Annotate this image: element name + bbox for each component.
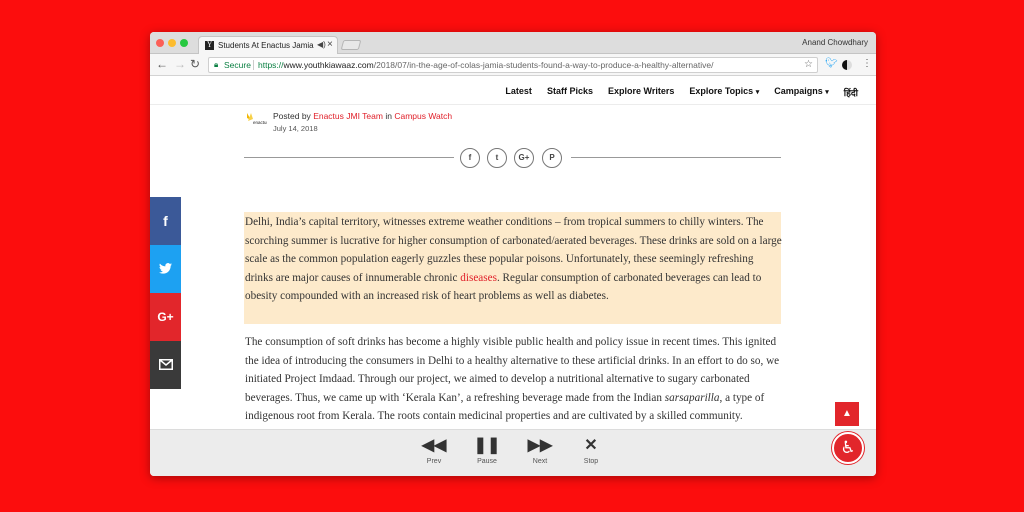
divider <box>571 157 781 158</box>
social-facebook-button[interactable]: f <box>150 197 181 245</box>
url-path: /2018/07/in-the-age-of-colas-jamia-stude… <box>373 60 714 70</box>
tab-title: Students At Enactus Jamia <box>218 41 314 50</box>
url-scheme: https:// <box>258 60 284 70</box>
pause-button[interactable]: ❚❚ Pause <box>472 436 502 465</box>
post-byline: Posted by Enactus JMI Team in Campus Wat… <box>273 111 452 121</box>
italic-term: sarsaparilla <box>664 391 720 404</box>
rewind-icon: ◀◀ <box>421 437 447 454</box>
article-content: enactus Posted by Enactus JMI Team in Ca… <box>150 105 876 429</box>
address-separator <box>253 60 254 70</box>
maximize-window-button[interactable] <box>180 39 188 47</box>
diseases-link[interactable]: diseases <box>460 272 497 284</box>
chevron-down-icon: ▾ <box>755 89 760 96</box>
site-navigation: Latest Staff Picks Explore Writers Explo… <box>150 77 876 105</box>
forward-arrow-icon[interactable]: → <box>174 57 186 71</box>
close-window-button[interactable] <box>156 39 164 47</box>
article-paragraph-1: Delhi, India’s capital territory, witnes… <box>245 213 783 306</box>
stop-button[interactable]: ✕ Stop <box>576 436 606 465</box>
speaker-icon[interactable]: ◀) <box>317 40 326 49</box>
nav-campaigns-label: Campaigns <box>774 86 823 96</box>
author-link[interactable]: Enactus JMI Team <box>313 111 383 121</box>
social-email-button[interactable] <box>150 341 181 389</box>
prev-button[interactable]: ◀◀ Prev <box>419 436 449 465</box>
nav-explore-topics[interactable]: Explore Topics ▾ <box>689 86 759 99</box>
reload-icon[interactable]: ↻ <box>190 57 200 71</box>
nav-explore-writers[interactable]: Explore Writers <box>608 86 674 99</box>
browser-tab[interactable]: Y Students At Enactus Jamia ◀) × <box>198 36 338 54</box>
nav-staff-picks[interactable]: Staff Picks <box>547 86 593 99</box>
twitter-icon <box>159 263 172 274</box>
in-label: in <box>385 111 392 121</box>
nav-explore-topics-label: Explore Topics <box>689 86 754 96</box>
scroll-to-top-button[interactable]: ▲ <box>835 402 859 426</box>
back-arrow-icon[interactable]: ← <box>156 57 168 71</box>
browser-toolbar: ← → ↻ 🔒︎ Secure https://www.youthkiawaaz… <box>150 54 876 76</box>
new-tab-button[interactable] <box>340 40 362 50</box>
next-button[interactable]: ▶▶ Next <box>525 436 555 465</box>
address-bar[interactable]: 🔒︎ Secure https://www.youthkiawaaz.com/2… <box>208 57 818 73</box>
share-facebook-icon[interactable]: f <box>460 148 480 168</box>
enactus-logo: enactus <box>247 113 267 125</box>
next-label: Next <box>532 458 548 465</box>
url-host: www.youthkiawaaz.com <box>283 60 374 70</box>
social-google-plus-button[interactable]: G+ <box>150 293 181 341</box>
nav-latest[interactable]: Latest <box>505 86 532 99</box>
envelope-icon <box>158 359 173 370</box>
prev-label: Prev <box>426 458 442 465</box>
nav-hindi[interactable]: हिंदी <box>844 86 858 99</box>
facebook-icon: f <box>163 213 168 229</box>
secure-label: Secure <box>224 60 251 70</box>
nav-campaigns[interactable]: Campaigns ▾ <box>774 86 829 99</box>
share-twitter-icon[interactable]: t <box>487 148 507 168</box>
category-link[interactable]: Campus Watch <box>394 111 452 121</box>
stop-label: Stop <box>583 458 599 465</box>
fast-forward-icon: ▶▶ <box>527 437 553 454</box>
bookmark-star-icon[interactable]: ☆ <box>804 58 813 72</box>
chevron-up-icon: ▲ <box>842 408 852 419</box>
share-google-plus-icon[interactable]: G+ <box>514 148 534 168</box>
tab-close-icon[interactable]: × <box>327 39 333 50</box>
accessibility-button[interactable]: ♿︎ <box>832 432 864 464</box>
audio-player-bar: ◀◀ Prev ❚❚ Pause ▶▶ Next ✕ Stop <box>150 429 876 476</box>
close-icon: ✕ <box>584 437 598 454</box>
tab-bar: Y Students At Enactus Jamia ◀) × Anand C… <box>150 32 876 54</box>
url-text: https://www.youthkiawaaz.com/2018/07/in-… <box>258 58 713 72</box>
accessibility-icon: ♿︎ <box>840 438 856 457</box>
google-plus-icon: G+ <box>157 310 174 324</box>
posted-by-label: Posted by <box>273 111 311 121</box>
twitter-extension-icon[interactable]: 🐦︎ <box>825 58 838 70</box>
site-favicon-icon: Y <box>205 41 214 50</box>
post-date: July 14, 2018 <box>273 124 318 133</box>
logo-text: enactus <box>253 120 267 125</box>
pause-icon: ❚❚ <box>473 437 501 454</box>
contrast-extension-icon[interactable] <box>842 60 852 70</box>
article-paragraph-2: The consumption of soft drinks has becom… <box>245 333 783 429</box>
profile-name[interactable]: Anand Chowdhary <box>802 38 868 47</box>
browser-menu-icon[interactable]: ⋮ <box>862 58 872 70</box>
social-twitter-button[interactable] <box>150 245 181 293</box>
browser-window: Y Students At Enactus Jamia ◀) × Anand C… <box>150 32 876 476</box>
pause-label: Pause <box>477 458 497 465</box>
share-pinterest-icon[interactable]: P <box>542 148 562 168</box>
divider <box>244 157 454 158</box>
chevron-down-icon: ▾ <box>825 89 829 96</box>
lock-icon: 🔒︎ <box>214 60 219 69</box>
minimize-window-button[interactable] <box>168 39 176 47</box>
